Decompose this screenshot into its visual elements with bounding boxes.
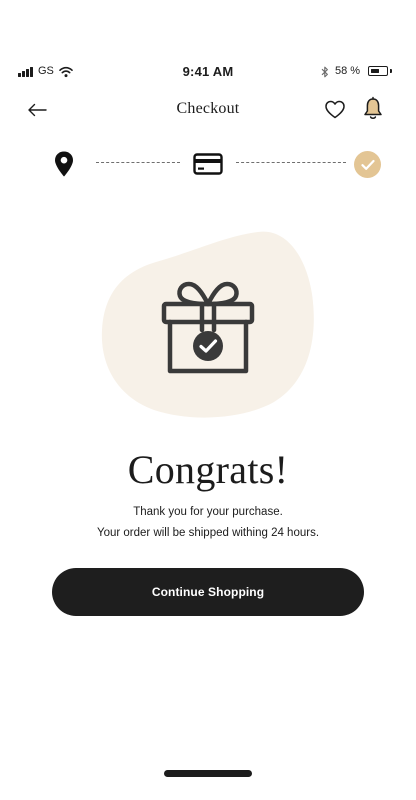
bell-icon: [364, 96, 382, 119]
confirmation-message: Thank you for your purchase.: [133, 506, 283, 518]
step-shipping: [52, 150, 76, 183]
check-icon: [360, 159, 375, 170]
home-indicator[interactable]: [164, 770, 252, 777]
checkout-steps: [0, 148, 416, 180]
favorites-button[interactable]: [323, 97, 347, 121]
step-complete: [354, 151, 381, 178]
heart-icon: [325, 100, 345, 119]
notifications-button[interactable]: [361, 96, 385, 122]
battery-icon: [368, 66, 388, 76]
status-bar: GS 9:41 AM 58 %: [0, 62, 416, 82]
gift-check-icon: [158, 278, 258, 376]
battery-percent: 58 %: [335, 65, 361, 77]
step-connector-2: [236, 162, 346, 163]
location-pin-icon: [55, 151, 73, 177]
battery-fill: [370, 68, 379, 73]
continue-shopping-button[interactable]: Continue Shopping: [52, 568, 364, 616]
step-payment: [193, 153, 223, 180]
bluetooth-icon: [321, 65, 329, 83]
congrats-heading: Congrats!: [127, 447, 289, 492]
page-title: Checkout: [176, 100, 240, 117]
credit-card-icon: [193, 153, 223, 175]
shipping-message: Your order will be shipped withing 24 ho…: [96, 527, 320, 539]
header: Checkout: [0, 96, 416, 124]
battery-tip: [390, 69, 392, 73]
step-connector-1: [96, 162, 180, 163]
